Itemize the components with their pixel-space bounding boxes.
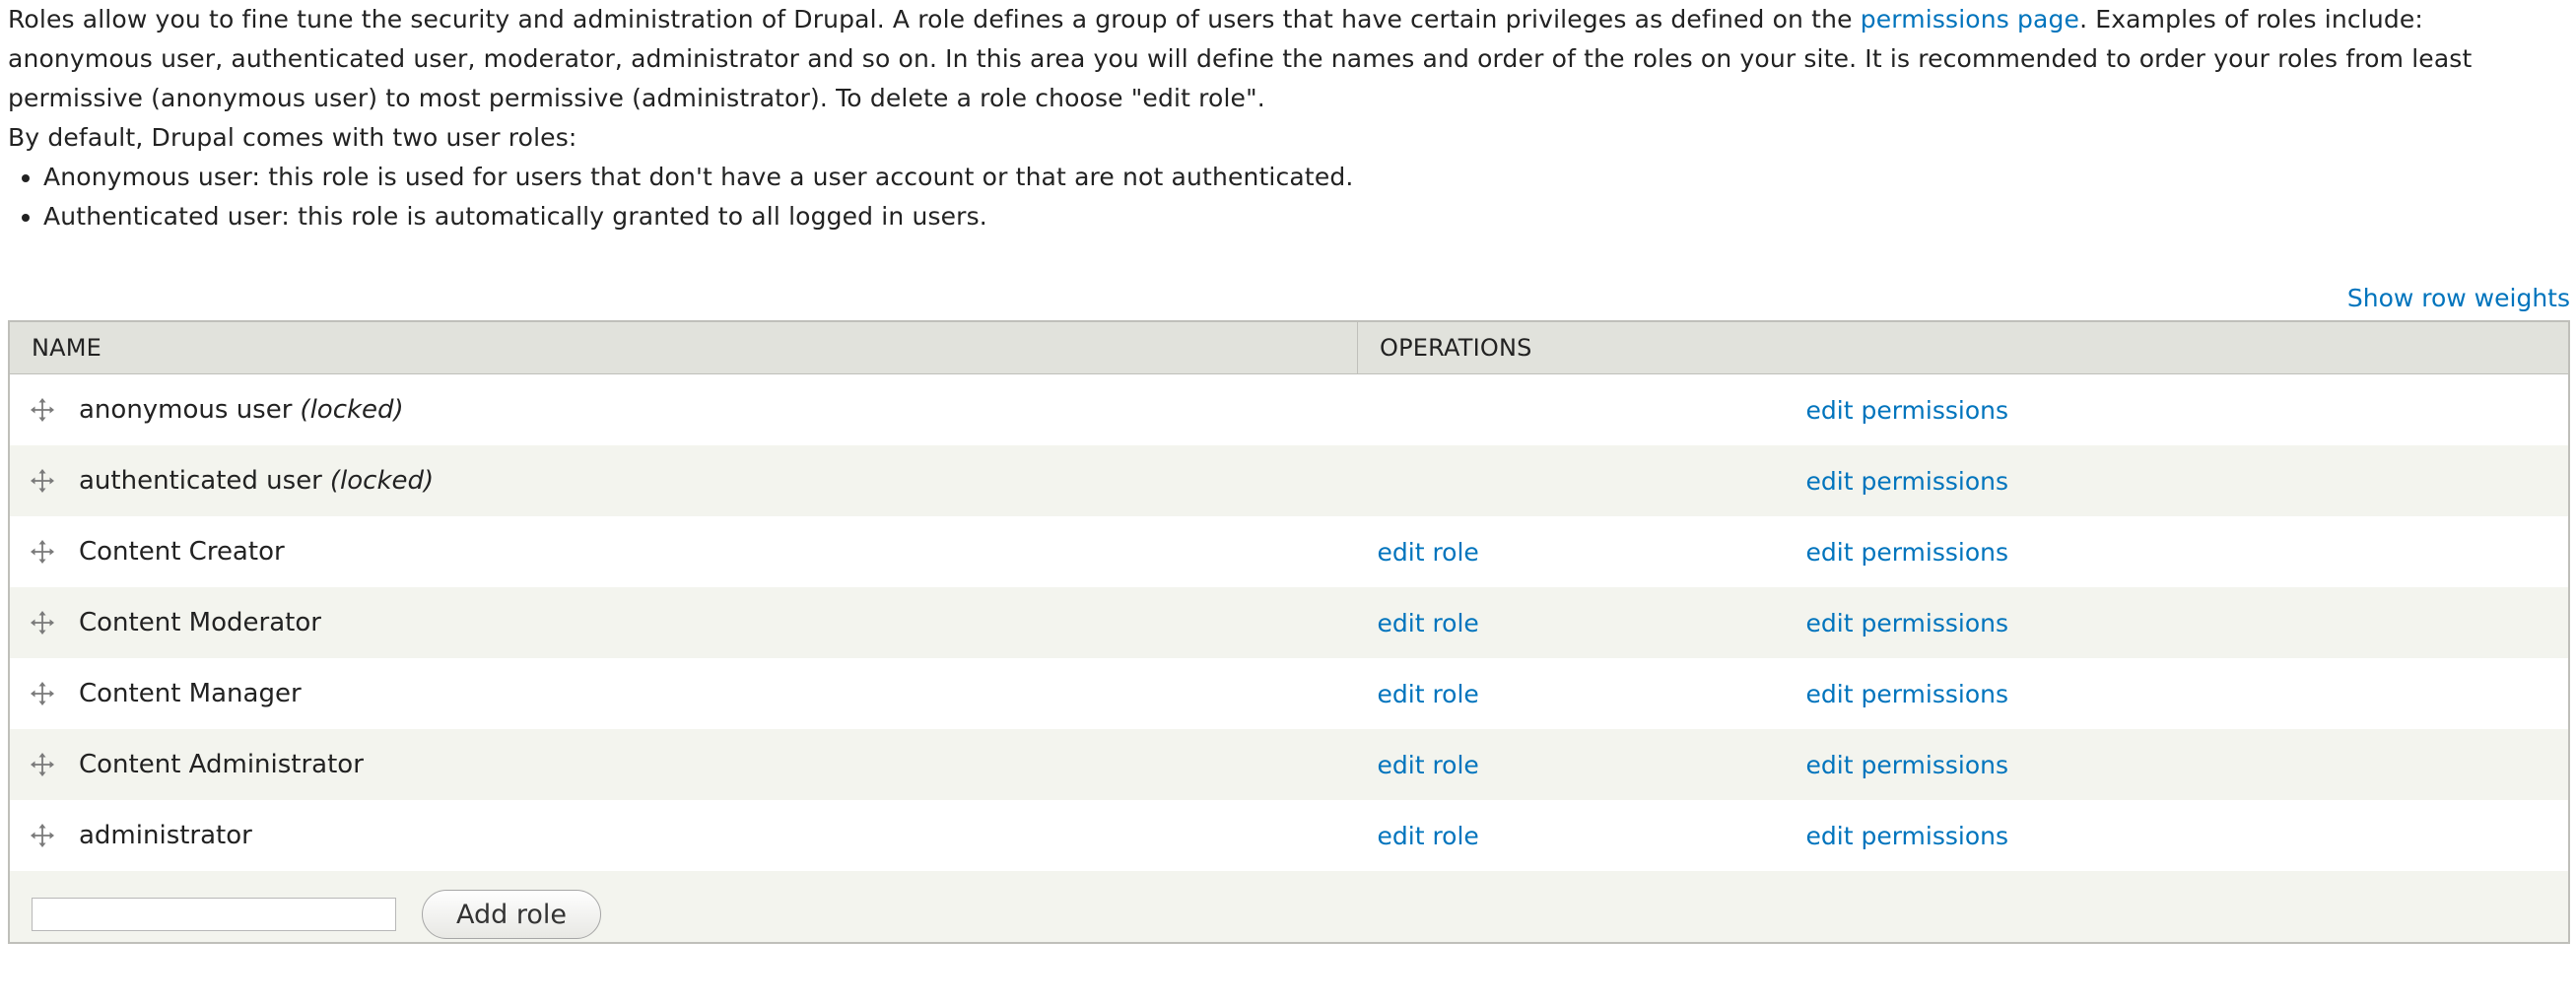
drag-handle-icon[interactable]: [30, 468, 55, 494]
role-operations: edit role edit permissions: [1358, 538, 2569, 567]
role-operations: edit role edit permissions: [1358, 822, 2569, 850]
role-name-cell: Content Creator: [10, 537, 1358, 567]
role-operations: edit role edit permissions: [1358, 751, 2569, 779]
edit-permissions-link[interactable]: edit permissions: [1806, 751, 2009, 779]
role-name: authenticated user: [79, 466, 322, 496]
table-row: Content Administrator edit role edit per…: [9, 729, 2569, 800]
roles-page: Roles allow you to fine tune the securit…: [8, 0, 2570, 944]
column-header-name: NAME: [9, 321, 1358, 374]
edit-permissions-link[interactable]: edit permissions: [1806, 396, 2009, 425]
role-locked-label: (locked): [329, 466, 435, 496]
column-header-operations: OPERATIONS: [1357, 321, 2569, 374]
role-operations: edit role edit permissions: [1358, 609, 2569, 637]
role-name-cell: administrator: [10, 821, 1358, 850]
role-operations: edit role edit permissions: [1358, 680, 2569, 708]
table-row: administrator edit role edit permissions: [9, 800, 2569, 871]
role-name-cell: anonymous user (locked): [10, 395, 1358, 425]
role-name: Content Creator: [79, 537, 285, 567]
edit-permissions-link[interactable]: edit permissions: [1806, 538, 2009, 567]
roles-table: NAME OPERATIONS anonymous user (locked) …: [8, 320, 2570, 944]
role-name-cell: authenticated user (locked): [10, 466, 1358, 496]
default-role-anonymous: Anonymous user: this role is used for us…: [43, 158, 2570, 197]
edit-permissions-link[interactable]: edit permissions: [1806, 609, 2009, 637]
role-name-cell: Content Moderator: [10, 608, 1358, 637]
defaults-heading: By default, Drupal comes with two user r…: [8, 123, 577, 152]
edit-role-link[interactable]: edit role: [1378, 680, 1479, 708]
add-role-form: Add role: [10, 874, 2568, 939]
permissions-page-link[interactable]: permissions page: [1861, 5, 2079, 34]
role-operations: edit permissions: [1358, 396, 2569, 425]
drag-handle-icon[interactable]: [30, 539, 55, 565]
table-row: Content Manager edit role edit permissio…: [9, 658, 2569, 729]
drag-handle-icon[interactable]: [30, 681, 55, 706]
edit-permissions-link[interactable]: edit permissions: [1806, 680, 2009, 708]
role-name: administrator: [79, 821, 252, 850]
table-row: anonymous user (locked) edit permissions: [9, 373, 2569, 445]
drag-handle-icon[interactable]: [30, 397, 55, 423]
role-name: Content Manager: [79, 679, 302, 708]
intro-text-before: Roles allow you to fine tune the securit…: [8, 5, 1861, 34]
edit-permissions-link[interactable]: edit permissions: [1806, 467, 2009, 496]
add-role-row: Add role: [9, 871, 2569, 943]
role-locked-label: (locked): [300, 395, 404, 425]
role-name: Content Moderator: [79, 608, 321, 637]
intro-paragraph: Roles allow you to fine tune the securit…: [8, 0, 2570, 118]
drag-handle-icon[interactable]: [30, 610, 55, 636]
default-role-authenticated: Authenticated user: this role is automat…: [43, 197, 2570, 236]
edit-role-link[interactable]: edit role: [1378, 751, 1479, 779]
edit-permissions-link[interactable]: edit permissions: [1806, 822, 2009, 850]
new-role-name-input[interactable]: [32, 898, 396, 931]
role-name-cell: Content Administrator: [10, 750, 1358, 779]
table-header-row: NAME OPERATIONS: [9, 321, 2569, 374]
table-row: Content Moderator edit role edit permiss…: [9, 587, 2569, 658]
show-row-weights-container: Show row weights: [2347, 279, 2570, 318]
role-name-cell: Content Manager: [10, 679, 1358, 708]
show-row-weights-link[interactable]: Show row weights: [2347, 284, 2570, 312]
role-operations: edit permissions: [1358, 467, 2569, 496]
edit-role-link[interactable]: edit role: [1378, 609, 1479, 637]
edit-role-link[interactable]: edit role: [1378, 538, 1479, 567]
role-name: anonymous user: [79, 395, 293, 425]
drag-handle-icon[interactable]: [30, 752, 55, 777]
default-roles-list: Anonymous user: this role is used for us…: [8, 158, 2570, 236]
roles-description: Roles allow you to fine tune the securit…: [8, 0, 2570, 236]
add-role-button[interactable]: Add role: [422, 890, 601, 939]
table-row: Content Creator edit role edit permissio…: [9, 516, 2569, 587]
role-name: Content Administrator: [79, 750, 364, 779]
edit-role-link[interactable]: edit role: [1378, 822, 1479, 850]
table-row: authenticated user (locked) edit permiss…: [9, 445, 2569, 516]
drag-handle-icon[interactable]: [30, 823, 55, 848]
